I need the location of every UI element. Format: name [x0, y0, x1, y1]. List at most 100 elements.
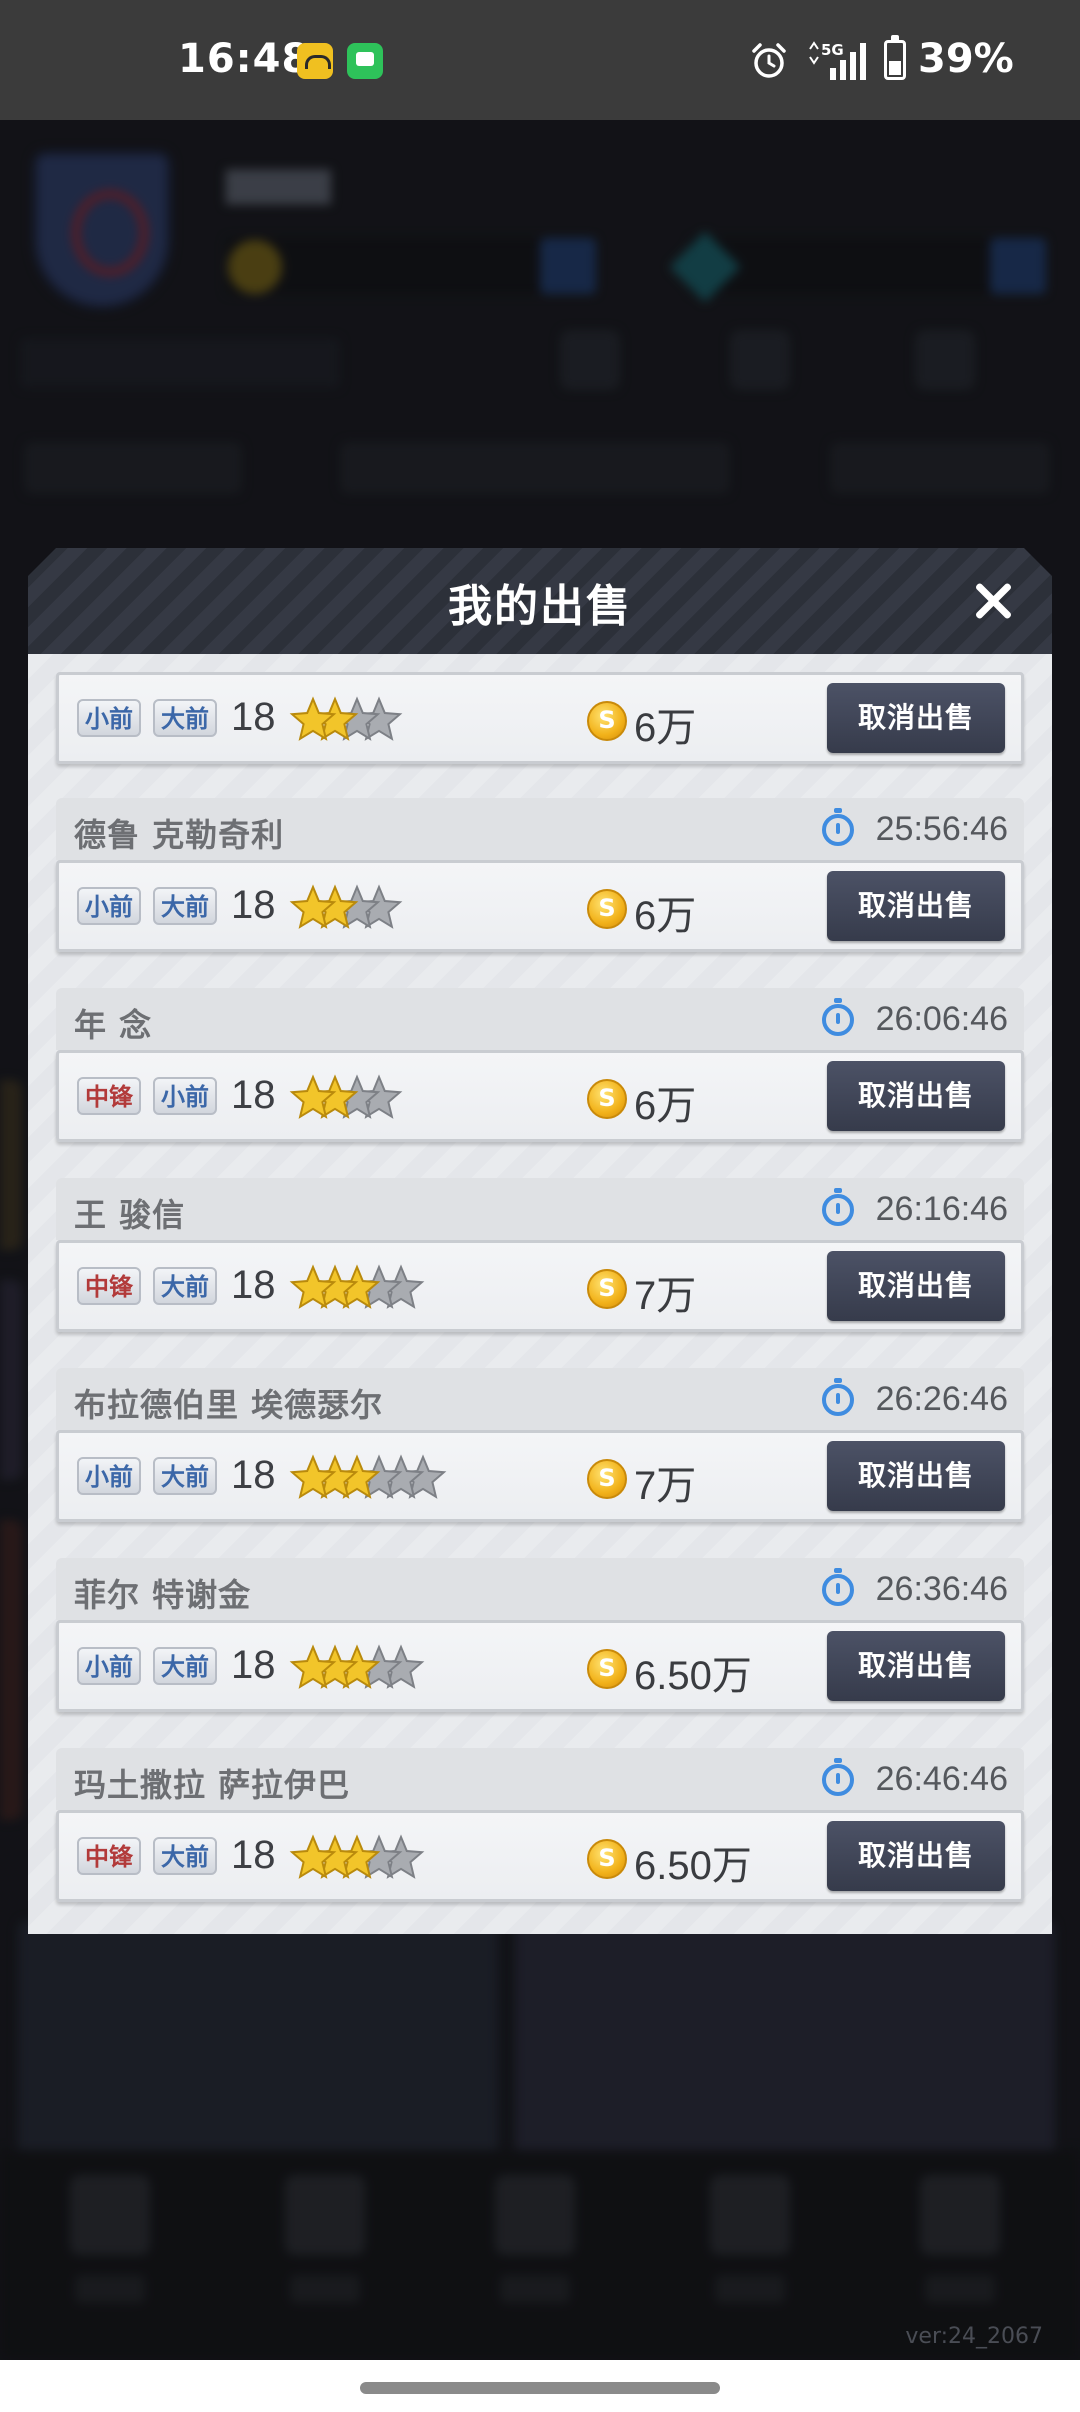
- star-rating: [289, 1449, 447, 1505]
- player-name: 布拉德伯里 埃德瑟尔: [74, 1386, 384, 1424]
- time-remaining: 25:56:46: [875, 810, 1008, 848]
- player-rating: 18: [231, 1643, 276, 1687]
- sale-price: 6万: [634, 706, 697, 750]
- stars-icon: [289, 884, 403, 929]
- cancel-sale-button[interactable]: 取消出售: [827, 1061, 1005, 1131]
- coin-icon: S: [587, 701, 627, 741]
- navigation-bar: [0, 2360, 1080, 2412]
- stars-icon: [289, 1454, 447, 1499]
- status-time: 16:48: [178, 36, 311, 82]
- stars-icon: [289, 1264, 425, 1309]
- position-badge: 大前: [153, 887, 217, 925]
- sale-price: 6.50万: [634, 1844, 752, 1888]
- coin-icon: S: [587, 1269, 627, 1309]
- cancel-sale-button[interactable]: 取消出售: [827, 1251, 1005, 1321]
- sale-row: 小前 大前 18 S 6.50万 取消出售: [56, 1620, 1024, 1712]
- sale-row: 小前 大前 18 S 6万 取消出售: [56, 672, 1024, 764]
- stars-icon: [289, 1644, 425, 1689]
- status-bar: 16:48 5G 39%: [0, 0, 1080, 120]
- alarm-icon: [752, 43, 786, 78]
- sale-row: 中锋 小前 18 S 6万 取消出售: [56, 1050, 1024, 1142]
- position-badge: 大前: [153, 1267, 217, 1305]
- sale-entry-header: 王 骏信 26:16:46: [56, 1178, 1024, 1240]
- dialog-title: 我的出售: [448, 581, 632, 632]
- sale-entry-header: 年 念 26:06:46: [56, 988, 1024, 1050]
- star-rating: [289, 879, 403, 935]
- sale-price: 7万: [634, 1274, 697, 1318]
- signal-icon: 5G: [809, 41, 866, 80]
- timer-icon: [822, 998, 854, 1036]
- time-remaining: 26:26:46: [875, 1380, 1008, 1418]
- player-name: 玛土撒拉 萨拉伊巴: [74, 1766, 351, 1804]
- sale-price: 6.50万: [634, 1654, 752, 1698]
- position-badge: 中锋: [77, 1267, 141, 1305]
- battery-icon: [884, 35, 906, 80]
- close-icon[interactable]: [964, 572, 1022, 630]
- star-rating: [289, 1259, 425, 1315]
- sale-row: 小前 大前 18 S 7万 取消出售: [56, 1430, 1024, 1522]
- player-name: 王 骏信: [74, 1196, 186, 1234]
- sale-price: 6万: [634, 1084, 697, 1128]
- time-remaining: 26:36:46: [875, 1570, 1008, 1608]
- player-rating: 18: [231, 1263, 276, 1307]
- stars-icon: [289, 1834, 425, 1879]
- sale-price: 6万: [634, 894, 697, 938]
- battery-percentage: 39%: [918, 36, 1014, 82]
- stars-icon: [289, 1074, 403, 1119]
- my-sales-dialog: 我的出售 小前 大前 18 S 6万 取消出售 德鲁 克勒奇利 25:56:46 小…: [28, 548, 1052, 1934]
- time-remaining: 26:06:46: [875, 1000, 1008, 1038]
- player-rating: 18: [231, 1453, 276, 1497]
- coin-icon: S: [587, 889, 627, 929]
- sale-entry-header: 布拉德伯里 埃德瑟尔 26:26:46: [56, 1368, 1024, 1430]
- player-rating: 18: [231, 695, 276, 739]
- cancel-sale-button[interactable]: 取消出售: [827, 1441, 1005, 1511]
- sale-entry-header: 玛土撒拉 萨拉伊巴 26:46:46: [56, 1748, 1024, 1810]
- time-remaining: 26:46:46: [875, 1760, 1008, 1798]
- time-remaining: 26:16:46: [875, 1190, 1008, 1228]
- coin-icon: S: [587, 1839, 627, 1879]
- position-badge: 大前: [153, 1647, 217, 1685]
- position-badge: 大前: [153, 1837, 217, 1875]
- sales-list[interactable]: 小前 大前 18 S 6万 取消出售 德鲁 克勒奇利 25:56:46 小前 大前 18…: [28, 654, 1052, 1934]
- star-rating: [289, 1639, 425, 1695]
- timer-icon: [822, 808, 854, 846]
- player-name: 德鲁 克勒奇利: [74, 816, 285, 854]
- sale-price: 7万: [634, 1464, 697, 1508]
- position-badge: 中锋: [77, 1077, 141, 1115]
- position-badge: 小前: [77, 887, 141, 925]
- coin-icon: S: [587, 1459, 627, 1499]
- player-name: 年 念: [74, 1006, 153, 1044]
- timer-icon: [822, 1758, 854, 1796]
- position-badge: 大前: [153, 699, 217, 737]
- position-badge: 小前: [153, 1077, 217, 1115]
- cancel-sale-button[interactable]: 取消出售: [827, 871, 1005, 941]
- position-badge: 中锋: [77, 1837, 141, 1875]
- sale-row: 小前 大前 18 S 6万 取消出售: [56, 860, 1024, 952]
- player-rating: 18: [231, 1073, 276, 1117]
- version-label: ver:24_2067: [905, 2324, 1043, 2349]
- app-notification-icon: [297, 43, 333, 79]
- sale-entry-header: 德鲁 克勒奇利 25:56:46: [56, 798, 1024, 860]
- timer-icon: [822, 1378, 854, 1416]
- position-badge: 小前: [77, 1457, 141, 1495]
- cancel-sale-button[interactable]: 取消出售: [827, 1821, 1005, 1891]
- sale-entry-header: 菲尔 特谢金 26:36:46: [56, 1558, 1024, 1620]
- star-rating: [289, 1069, 403, 1125]
- star-rating: [289, 1829, 425, 1885]
- position-badge: 大前: [153, 1457, 217, 1495]
- coin-icon: S: [587, 1649, 627, 1689]
- position-badge: 小前: [77, 1647, 141, 1685]
- timer-icon: [822, 1188, 854, 1226]
- cancel-sale-button[interactable]: 取消出售: [827, 1631, 1005, 1701]
- player-rating: 18: [231, 883, 276, 927]
- coin-icon: S: [587, 1079, 627, 1119]
- player-rating: 18: [231, 1833, 276, 1877]
- gesture-handle[interactable]: [360, 2382, 720, 2394]
- message-notification-icon: [347, 43, 383, 79]
- sale-row: 中锋 大前 18 S 7万 取消出售: [56, 1240, 1024, 1332]
- cancel-sale-button[interactable]: 取消出售: [827, 683, 1005, 753]
- star-rating: [289, 691, 403, 747]
- stars-icon: [289, 696, 403, 741]
- timer-icon: [822, 1568, 854, 1606]
- sale-row: 中锋 大前 18 S 6.50万 取消出售: [56, 1810, 1024, 1902]
